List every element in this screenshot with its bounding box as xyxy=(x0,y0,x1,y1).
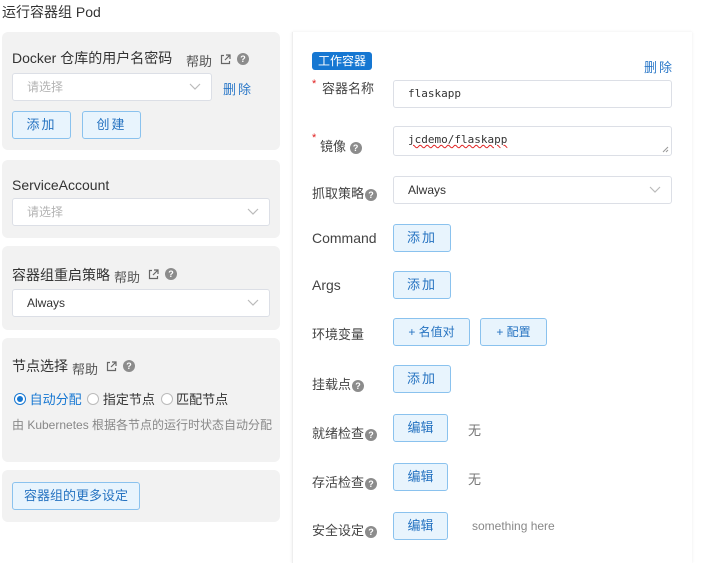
node-select-radio-group: 自动分配 指定节点 匹配节点 xyxy=(14,389,228,408)
help-circle-icon[interactable]: ? xyxy=(123,360,135,372)
radio-label: 指定节点 xyxy=(102,392,155,407)
env-add-kv-button[interactable]: + 名值对 xyxy=(393,318,470,346)
command-label: Command xyxy=(312,230,377,246)
security-label: 安全设定? xyxy=(312,520,378,539)
page-title: 运行容器组 Pod xyxy=(2,4,101,20)
more-settings-button[interactable]: 容器组的更多设定 xyxy=(12,482,140,510)
radio-selected-icon[interactable] xyxy=(14,392,26,405)
node-select-label: 节点选择 xyxy=(12,358,68,374)
docker-credentials-label: Docker 仓库的用户名密码 xyxy=(12,50,173,66)
docker-help-link[interactable]: 帮助 xyxy=(186,51,212,70)
container-name-input[interactable]: flaskapp xyxy=(393,80,672,108)
args-add-button[interactable]: 添加 xyxy=(393,271,451,299)
security-edit-button[interactable]: 编辑 xyxy=(393,512,448,540)
help-circle-icon[interactable]: ? xyxy=(365,525,378,538)
chevron-down-icon xyxy=(189,83,201,90)
liveness-value: 无 xyxy=(468,472,482,487)
security-value: something here xyxy=(472,519,555,533)
help-circle-icon[interactable]: ? xyxy=(365,477,378,490)
radio-label: 自动分配 xyxy=(29,392,82,407)
mounts-label: 挂载点? xyxy=(312,374,365,393)
select-value: Always xyxy=(27,296,66,310)
external-link-icon[interactable] xyxy=(220,54,231,65)
radio-unselected-icon[interactable] xyxy=(160,392,173,405)
mounts-add-button[interactable]: 添加 xyxy=(393,365,451,393)
readiness-value: 无 xyxy=(468,423,482,438)
help-circle-icon[interactable]: ? xyxy=(237,53,249,65)
service-account-select[interactable]: 请选择 xyxy=(12,198,270,226)
image-label: 镜像 ? xyxy=(320,136,362,155)
help-circle-icon[interactable]: ? xyxy=(165,268,177,280)
args-label: Args xyxy=(312,277,341,293)
node-select-description: 由 Kubernetes 根据各节点的运行时状态自动分配 xyxy=(12,418,273,432)
command-add-button[interactable]: 添加 xyxy=(393,224,451,252)
env-label: 环境变量 xyxy=(312,327,365,342)
select-placeholder: 请选择 xyxy=(27,80,64,94)
help-circle-icon[interactable]: ? xyxy=(365,188,378,201)
resize-handle-icon[interactable] xyxy=(662,146,669,153)
env-add-config-button[interactable]: + 配置 xyxy=(480,318,547,346)
container-name-label: 容器名称 xyxy=(322,81,375,96)
pull-policy-select[interactable]: Always xyxy=(393,176,672,204)
chevron-down-icon xyxy=(247,299,259,306)
image-value: jcdemo/flaskapp xyxy=(408,133,508,146)
radio-unselected-icon[interactable] xyxy=(87,392,100,405)
external-link-icon[interactable] xyxy=(148,269,159,280)
select-placeholder: 请选择 xyxy=(27,205,64,219)
work-container-tag: 工作容器 xyxy=(312,52,372,70)
chevron-down-icon xyxy=(247,208,259,215)
radio-label: 匹配节点 xyxy=(176,392,229,407)
docker-add-button[interactable]: 添加 xyxy=(12,111,71,139)
service-account-label: ServiceAccount xyxy=(12,177,110,193)
radio-option-match[interactable]: 匹配节点 xyxy=(160,390,229,407)
readiness-label: 就绪检查? xyxy=(312,423,378,442)
required-mark: * xyxy=(312,132,317,144)
liveness-label: 存活检查? xyxy=(312,472,378,491)
required-mark: * xyxy=(312,78,317,90)
select-value: Always xyxy=(408,183,447,197)
radio-option-specific[interactable]: 指定节点 xyxy=(87,390,158,407)
restart-policy-select[interactable]: Always xyxy=(12,289,270,317)
help-circle-icon[interactable]: ? xyxy=(352,379,365,392)
restart-policy-label: 容器组重启策略 xyxy=(12,267,110,283)
docker-create-button[interactable]: 创建 xyxy=(82,111,141,139)
node-select-help-link[interactable]: 帮助 xyxy=(72,359,98,378)
chevron-down-icon xyxy=(649,186,661,193)
container-delete-link[interactable]: 删除 xyxy=(644,57,674,76)
help-circle-icon[interactable]: ? xyxy=(365,428,378,441)
docker-credentials-select[interactable]: 请选择 xyxy=(12,73,212,101)
external-link-icon[interactable] xyxy=(106,361,117,372)
liveness-edit-button[interactable]: 编辑 xyxy=(393,463,448,491)
readiness-edit-button[interactable]: 编辑 xyxy=(393,414,448,442)
restart-policy-panel xyxy=(2,246,280,330)
help-circle-icon[interactable]: ? xyxy=(349,141,362,154)
docker-delete-link[interactable]: 删除 xyxy=(223,79,253,98)
image-textarea[interactable]: jcdemo/flaskapp xyxy=(393,126,672,156)
restart-policy-help-link[interactable]: 帮助 xyxy=(114,267,140,286)
radio-option-auto[interactable]: 自动分配 xyxy=(14,390,85,407)
pull-policy-label: 抓取策略? xyxy=(312,183,378,202)
